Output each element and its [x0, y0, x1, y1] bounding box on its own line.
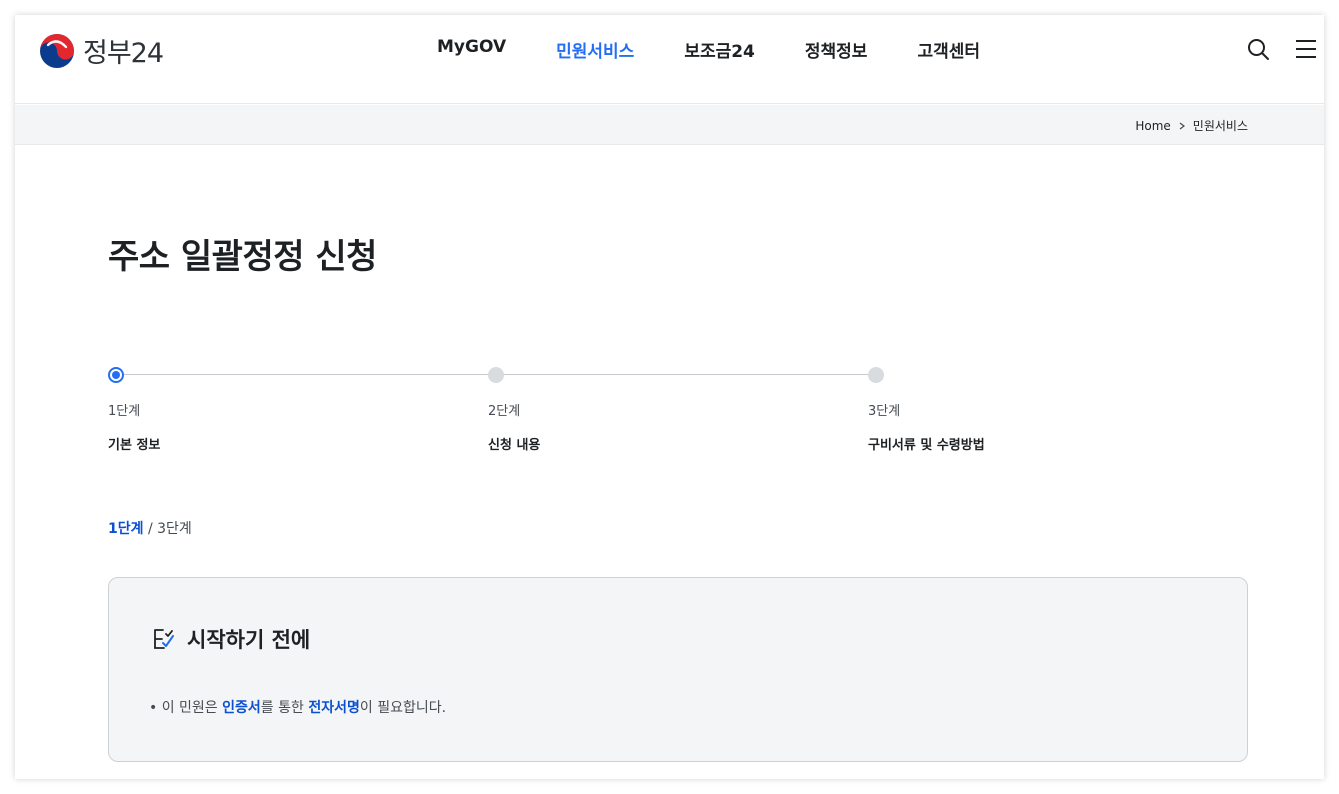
- hamburger-menu-icon[interactable]: [1294, 37, 1318, 61]
- taegeuk-logo-icon: [40, 33, 74, 68]
- page-title: 주소 일괄정정 신청: [108, 237, 377, 277]
- notice-title: 시작하기 전에: [187, 628, 311, 652]
- nav-item-customer-center[interactable]: 고객센터: [917, 37, 980, 62]
- nav-item-subsidy24[interactable]: 보조금24: [684, 37, 755, 62]
- step-counter-separator: /: [143, 521, 158, 537]
- search-icon[interactable]: [1246, 37, 1270, 61]
- notice-text: 를 통한: [260, 700, 309, 716]
- nav-item-civil-service[interactable]: 민원서비스: [556, 37, 634, 62]
- breadcrumb-current[interactable]: 민원서비스: [1193, 117, 1248, 134]
- nav-item-policy-info[interactable]: 정책정보: [805, 37, 868, 62]
- notice-emphasis-e-signature: 전자서명: [308, 700, 360, 716]
- site-logo[interactable]: 정부24: [39, 31, 164, 70]
- notice-text: 이 필요합니다.: [359, 700, 447, 716]
- bullet: •: [149, 700, 158, 716]
- step-counter-total: 3단계: [157, 521, 192, 537]
- step-counter-current: 1단계: [108, 521, 144, 537]
- site-header: 정부24 MyGOV 민원서비스 보조금24 정책정보 고객센터: [15, 15, 1324, 104]
- step-2-number: 2단계: [488, 404, 521, 419]
- step-1-indicator: [108, 367, 124, 383]
- notice-text: 이 민원은: [161, 700, 223, 716]
- global-nav: MyGOV 민원서비스 보조금24 정책정보 고객센터: [437, 37, 1030, 62]
- step-2-indicator: [488, 367, 504, 383]
- notice-emphasis-certificate: 인증서: [222, 700, 261, 716]
- nav-item-mygov[interactable]: MyGOV: [437, 37, 506, 62]
- breadcrumb-bar: Home 민원서비스: [15, 105, 1324, 145]
- step-2-name: 신청 내용: [488, 438, 541, 453]
- step-3-indicator: [868, 367, 884, 383]
- breadcrumb-home[interactable]: Home: [1135, 119, 1170, 133]
- breadcrumb: Home 민원서비스: [1135, 117, 1248, 134]
- progress-stepper: 1단계 2단계 3단계 기본 정보 신청 내용 구비서류 및 수령방법: [108, 365, 1108, 465]
- step-3-name: 구비서류 및 수령방법: [868, 438, 985, 453]
- step-3-number: 3단계: [868, 404, 901, 419]
- step-counter: 1단계 / 3단계: [108, 518, 192, 538]
- checklist-icon: [154, 629, 174, 649]
- step-connector: [504, 374, 868, 375]
- before-you-start-box: 시작하기 전에 • 이 민원은 인증서를 통한 전자서명이 필요합니다.: [108, 577, 1248, 762]
- logo-text: 정부24: [83, 38, 164, 69]
- chevron-right-icon: [1179, 122, 1185, 129]
- notice-item: • 이 민원은 인증서를 통한 전자서명이 필요합니다.: [149, 697, 446, 717]
- step-1-name: 기본 정보: [108, 438, 161, 453]
- step-connector: [124, 374, 488, 375]
- step-1-number: 1단계: [108, 404, 141, 419]
- notice-heading: 시작하기 전에: [151, 624, 310, 654]
- page-frame: 정부24 MyGOV 민원서비스 보조금24 정책정보 고객센터 Home 민원…: [15, 15, 1324, 779]
